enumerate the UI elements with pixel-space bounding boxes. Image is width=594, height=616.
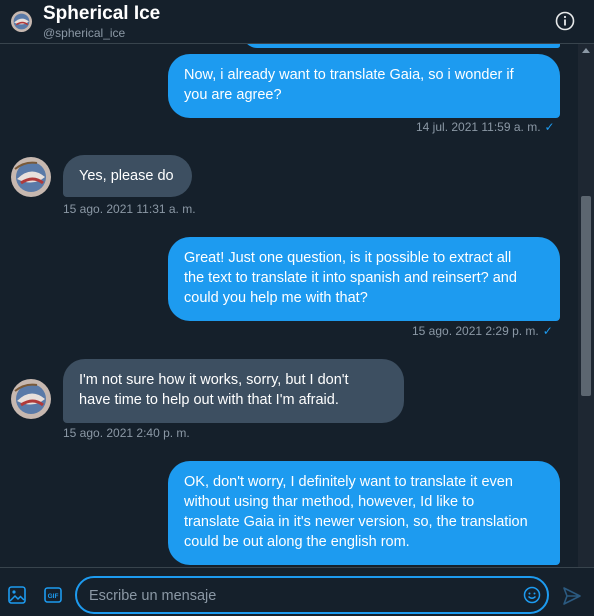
thread-scrollbar[interactable] xyxy=(578,44,594,567)
sender-avatar[interactable] xyxy=(11,157,51,197)
conversation-header: Spherical Ice @spherical_ice xyxy=(0,0,594,44)
message-input[interactable] xyxy=(89,586,509,606)
message-timestamp: 15 ago. 2021 2:40 p. m. xyxy=(63,426,190,440)
send-icon[interactable] xyxy=(562,586,582,606)
timestamp-text: 15 ago. 2021 2:29 p. m. xyxy=(412,324,539,338)
svg-text:GIF: GIF xyxy=(48,593,59,600)
message-thread[interactable]: Now, i already want to translate Gaia, s… xyxy=(0,44,578,567)
sent-check-icon: ✓ xyxy=(542,324,553,338)
message-composer: GIF xyxy=(0,567,594,616)
timestamp-text: 15 ago. 2021 11:31 a. m. xyxy=(63,202,196,216)
contact-handle: @spherical_ice xyxy=(43,26,126,40)
image-icon[interactable] xyxy=(8,586,26,604)
sent-check-icon: ✓ xyxy=(544,120,555,134)
message-bubble-incoming[interactable]: I'm not sure how it works, sorry, but I … xyxy=(63,359,404,423)
contact-name: Spherical Ice xyxy=(43,3,161,24)
message-bubble-outgoing[interactable]: Great! Just one question, is it possible… xyxy=(168,237,560,321)
timestamp-text: 14 jul. 2021 11:59 a. m. xyxy=(416,120,541,134)
profile-avatar[interactable] xyxy=(11,11,32,32)
message-bubble-incoming[interactable]: Yes, please do xyxy=(63,155,192,197)
sender-avatar[interactable] xyxy=(11,379,51,419)
previous-message-bubble xyxy=(243,44,560,48)
message-timestamp: 14 jul. 2021 11:59 a. m. ✓ xyxy=(416,120,555,134)
message-bubble-outgoing[interactable]: OK, don't worry, I definitely want to tr… xyxy=(168,461,560,565)
message-timestamp: 15 ago. 2021 11:31 a. m. xyxy=(63,202,196,216)
scrollbar-thumb[interactable] xyxy=(581,196,591,396)
emoji-icon[interactable] xyxy=(523,586,541,604)
info-icon[interactable] xyxy=(555,11,575,31)
timestamp-text: 15 ago. 2021 2:40 p. m. xyxy=(63,426,190,440)
message-input-field[interactable] xyxy=(75,576,549,614)
gif-icon[interactable]: GIF xyxy=(44,586,62,604)
message-bubble-outgoing[interactable]: Now, i already want to translate Gaia, s… xyxy=(168,54,560,118)
scroll-up-arrow-icon[interactable] xyxy=(582,48,590,53)
message-timestamp: 15 ago. 2021 2:29 p. m. ✓ xyxy=(412,324,553,338)
